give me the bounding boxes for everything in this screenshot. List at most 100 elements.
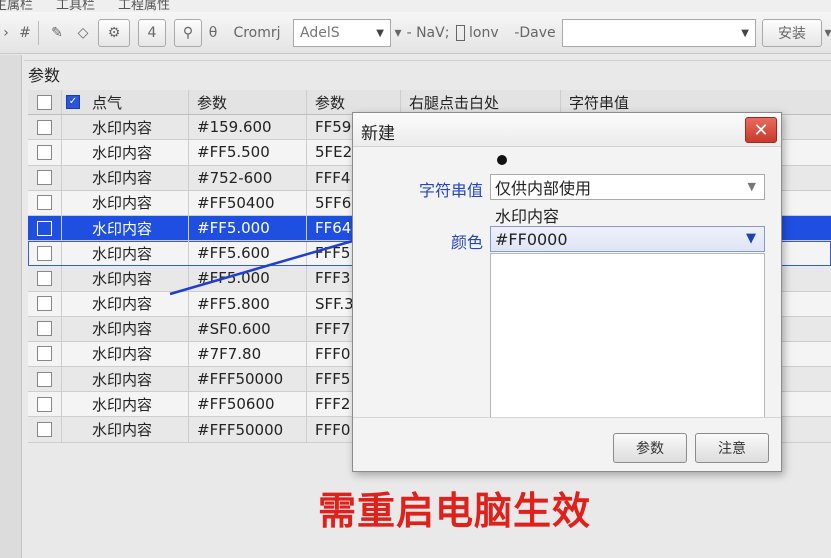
row-select-cell[interactable] — [28, 316, 62, 341]
chevron-down-icon: ▼ — [741, 27, 749, 39]
hash-icon[interactable]: # — [14, 19, 36, 47]
name-cell[interactable]: 水印内容 — [62, 291, 189, 316]
name-cell[interactable]: 水印内容 — [62, 140, 189, 165]
row-checkbox[interactable] — [37, 245, 52, 261]
name-cell[interactable]: 水印内容 — [62, 266, 189, 291]
header-col-4[interactable]: 右腿点击白处 — [401, 90, 561, 115]
name-cell[interactable]: 水印内容 — [62, 417, 189, 442]
name-cell[interactable]: 水印内容 — [62, 367, 189, 392]
name-cell[interactable]: 水印内容 — [62, 392, 189, 417]
row-checkbox[interactable] — [37, 144, 52, 160]
dave-label: -Dave — [514, 25, 556, 41]
row-select-cell[interactable] — [28, 190, 62, 215]
param1-cell[interactable]: #7F7.80 — [189, 341, 307, 367]
param1-cell[interactable]: #FF5.500 — [189, 140, 307, 165]
row-checkbox[interactable] — [37, 371, 52, 387]
row-select-cell[interactable] — [28, 341, 62, 367]
string-value-label: 字符串值 — [418, 181, 483, 200]
param1-cell[interactable]: #FF5.800 — [189, 291, 307, 316]
header-col-3[interactable]: 参数 — [307, 90, 401, 115]
dialog-divider — [353, 417, 781, 418]
close-icon: ✕ — [753, 119, 769, 141]
cancel-button[interactable]: 注意 — [695, 433, 769, 463]
name-cell[interactable]: 水印内容 — [62, 316, 189, 341]
name-cell[interactable]: 水印内容 — [62, 165, 189, 190]
header-col-2[interactable]: 参数 — [189, 90, 307, 115]
row-checkbox[interactable] — [37, 170, 52, 186]
row-select-cell[interactable] — [28, 417, 62, 442]
row-select-cell[interactable] — [28, 367, 62, 392]
row-checkbox[interactable] — [37, 346, 52, 362]
menu-item-2[interactable]: 工程属性 — [118, 0, 170, 12]
menu-item-0[interactable]: 生属栏 — [0, 0, 33, 12]
new-dialog: 新建 ✕ 字符串值 仅供内部使用 ▼ 水印内容 颜色 #FF0000 ▼ 参数 … — [352, 112, 782, 472]
name-cell[interactable]: 水印内容 — [62, 341, 189, 367]
row-checkbox[interactable] — [37, 296, 52, 312]
row-select-cell[interactable] — [28, 115, 62, 140]
row-select-cell[interactable] — [28, 291, 62, 316]
header-col-1[interactable]: ✓ 点气 — [62, 90, 189, 115]
param1-cell[interactable]: #FF5.600 — [189, 241, 307, 266]
font-label: Cromrj — [233, 25, 281, 41]
param1-cell[interactable]: #FF50600 — [189, 392, 307, 417]
search-combo[interactable]: ▼ — [562, 19, 756, 47]
row-select-cell[interactable] — [28, 241, 62, 266]
row-select-cell[interactable] — [28, 215, 62, 241]
dropdown-icon[interactable]: ▾ — [393, 19, 403, 47]
row-select-cell[interactable] — [28, 140, 62, 165]
filter-icon[interactable]: ⚲ — [174, 19, 202, 47]
menu-item-1[interactable]: 工具栏 — [56, 0, 95, 12]
ok-button[interactable]: 参数 — [613, 433, 687, 463]
name-cell[interactable]: 水印内容 — [62, 215, 189, 241]
param1-cell[interactable]: #FF5.000 — [189, 266, 307, 291]
row-checkbox[interactable] — [37, 321, 52, 337]
bullet-icon — [497, 155, 507, 165]
param1-cell[interactable]: #FF50400 — [189, 190, 307, 215]
settings-icon[interactable]: ⚙ — [98, 19, 130, 47]
action-button[interactable]: 安装 — [762, 19, 822, 47]
name-cell[interactable]: 水印内容 — [62, 115, 189, 140]
overflow-icon[interactable]: ▾ — [824, 19, 831, 47]
arrow-left-icon[interactable]: › — [0, 19, 12, 47]
param1-cell[interactable]: #FF5.000 — [189, 215, 307, 241]
edit-icon[interactable]: ✎ — [44, 19, 70, 47]
row-select-cell[interactable] — [28, 165, 62, 190]
string-value-combo[interactable]: 仅供内部使用 ▼ — [490, 174, 765, 200]
param1-cell[interactable]: #FFF50000 — [189, 367, 307, 392]
name-cell[interactable]: 水印内容 — [62, 241, 189, 266]
row-checkbox[interactable] — [37, 119, 52, 135]
row-checkbox[interactable] — [37, 220, 52, 236]
param1-cell[interactable]: #SF0.600 — [189, 316, 307, 341]
close-button[interactable]: ✕ — [745, 117, 777, 143]
param1-cell[interactable]: #FFF50000 — [189, 417, 307, 442]
watermark-content-text: 水印内容 — [495, 207, 560, 226]
header-label: 点气 — [92, 93, 123, 112]
string-value-text: 仅供内部使用 — [495, 179, 592, 198]
row-checkbox[interactable] — [37, 270, 52, 286]
row-select-cell[interactable] — [28, 392, 62, 417]
diamond-icon[interactable]: ◇ — [74, 19, 92, 47]
row-select-cell[interactable] — [28, 266, 62, 291]
chevron-down-icon: ▼ — [746, 231, 756, 246]
panel-title: 参数 — [28, 66, 61, 85]
row-checkbox[interactable] — [37, 195, 52, 211]
color-combo[interactable]: #FF0000 ▼ — [490, 226, 765, 252]
caption-text: 需重启电脑生效 — [318, 489, 592, 533]
name-cell[interactable]: 水印内容 — [62, 190, 189, 215]
color-list[interactable] — [490, 253, 765, 418]
checked-icon[interactable]: ✓ — [66, 95, 80, 110]
left-gutter — [0, 55, 22, 558]
font-combo[interactable]: AdelS ▼ — [293, 19, 391, 47]
theta-button[interactable]: θ — [204, 19, 222, 47]
number-button[interactable]: 4 — [138, 19, 166, 47]
header-select-cell[interactable] — [28, 90, 62, 115]
checkbox-toggle[interactable]: lonv — [456, 19, 508, 47]
param1-cell[interactable]: #752-600 — [189, 165, 307, 190]
color-label: 颜色 — [450, 233, 483, 252]
row-checkbox[interactable] — [37, 396, 52, 412]
checkbox-icon[interactable] — [37, 94, 52, 110]
header-col-5[interactable]: 字符串值 — [561, 90, 831, 114]
row-checkbox[interactable] — [37, 422, 52, 438]
dialog-titlebar[interactable] — [353, 113, 781, 147]
param1-cell[interactable]: #159.600 — [189, 115, 307, 140]
